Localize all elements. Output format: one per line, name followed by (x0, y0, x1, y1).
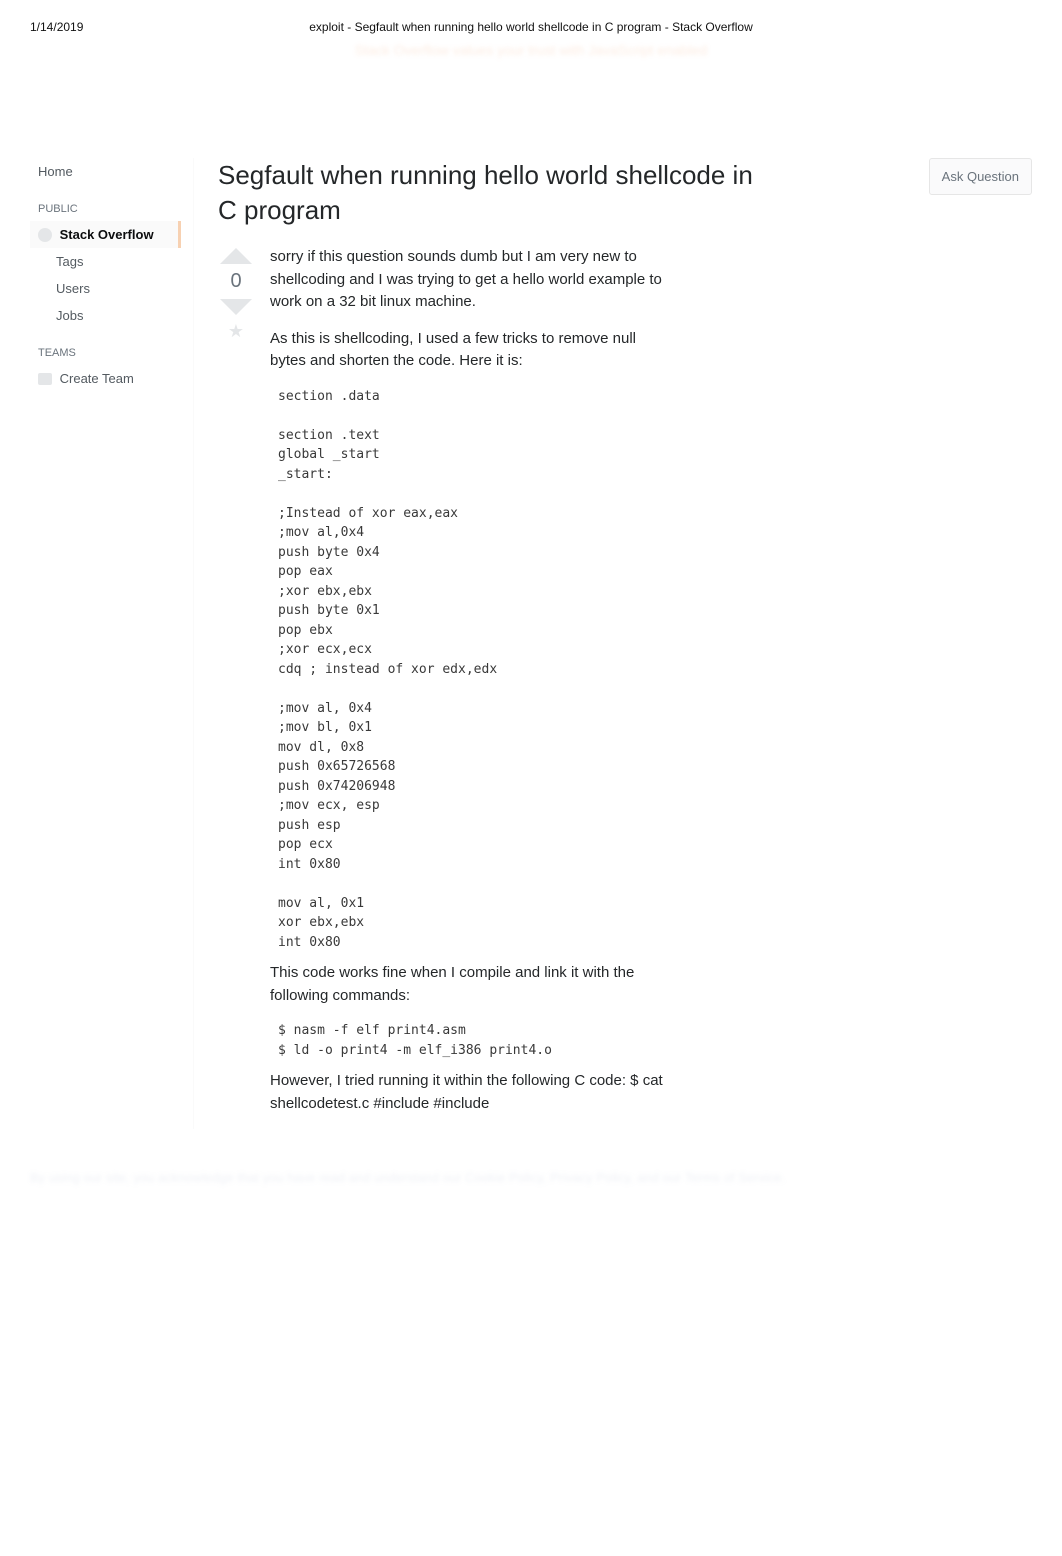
announcement-bar: Stack Overflow values your trust with Ja… (0, 42, 1062, 58)
sidebar-item-home[interactable]: Home (30, 158, 181, 185)
print-date: 1/14/2019 (30, 20, 83, 34)
sidebar-item-label: Stack Overflow (60, 227, 154, 242)
question-post: 0 ★ sorry if this question sounds dumb b… (218, 246, 1032, 1129)
code-block: $ nasm -f elf print4.asm $ ld -o print4 … (278, 1021, 670, 1060)
upvote-icon[interactable] (220, 248, 252, 264)
page-layout: Home PUBLIC Stack Overflow Tags Users Jo… (0, 58, 1062, 1159)
sidebar-item-stack-overflow[interactable]: Stack Overflow (30, 221, 181, 248)
main-content: Segfault when running hello world shellc… (194, 158, 1032, 1129)
vote-column: 0 ★ (218, 246, 254, 1129)
sidebar-section-public: PUBLIC (30, 185, 181, 221)
sidebar-item-users[interactable]: Users (30, 275, 181, 302)
sidebar-item-jobs[interactable]: Jobs (30, 302, 181, 329)
favorite-star-icon[interactable]: ★ (218, 321, 254, 342)
post-paragraph: sorry if this question sounds dumb but I… (270, 246, 670, 314)
sidebar-item-tags[interactable]: Tags (30, 248, 181, 275)
vote-score: 0 (218, 270, 254, 293)
left-sidebar: Home PUBLIC Stack Overflow Tags Users Jo… (30, 158, 194, 1129)
post-body: sorry if this question sounds dumb but I… (270, 246, 670, 1129)
question-title: Segfault when running hello world shellc… (218, 158, 758, 228)
code-block: section .data section .text global _star… (278, 387, 670, 953)
briefcase-icon (38, 373, 52, 385)
sidebar-section-teams: TEAMS (30, 329, 181, 365)
print-header: 1/14/2019 exploit - Segfault when runnin… (0, 0, 1062, 34)
ask-question-button[interactable]: Ask Question (929, 158, 1032, 195)
cookie-banner: By using our site, you acknowledge that … (0, 1169, 1062, 1187)
post-paragraph: This code works fine when I compile and … (270, 962, 670, 1007)
sidebar-item-create-team[interactable]: Create Team (30, 365, 181, 392)
globe-icon (38, 228, 52, 242)
sidebar-item-label: Create Team (60, 371, 134, 386)
downvote-icon[interactable] (220, 299, 252, 315)
question-header: Segfault when running hello world shellc… (218, 158, 1032, 228)
print-title: exploit - Segfault when running hello wo… (309, 20, 753, 34)
post-paragraph: However, I tried running it within the f… (270, 1070, 670, 1115)
post-paragraph: As this is shellcoding, I used a few tri… (270, 328, 670, 373)
